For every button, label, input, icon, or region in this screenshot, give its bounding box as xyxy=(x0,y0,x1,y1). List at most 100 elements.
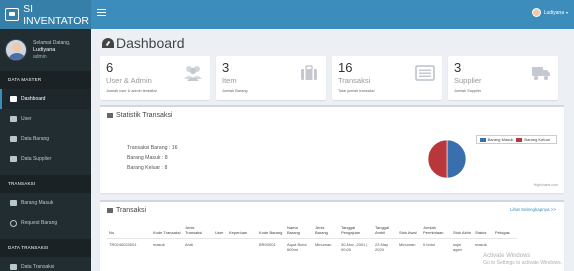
statistik-summary: Transaksi Barang : 16 Barang Masuk : 8 B… xyxy=(127,143,178,173)
user-menu-name: Ludiyana xyxy=(543,9,564,16)
column-header[interactable]: User xyxy=(213,225,227,239)
brand-name: SI INVENTATOR xyxy=(23,2,90,27)
table-cell: 30-Nov -2001 | 00:00 xyxy=(341,242,368,252)
column-header[interactable]: Status xyxy=(473,225,493,239)
stat-value: 3 xyxy=(222,60,230,75)
users-icon xyxy=(10,116,17,122)
column-header[interactable]: No xyxy=(107,225,151,239)
list-alt-icon xyxy=(415,65,435,81)
truck-icon xyxy=(10,156,17,162)
table-cell: TR0240023001 xyxy=(109,242,137,247)
table-cell: BR00001 xyxy=(259,242,276,247)
chart-icon xyxy=(107,113,113,118)
column-header[interactable]: Kode Transaksi xyxy=(151,225,183,239)
sidebar-item-label: Barang Masuk xyxy=(21,200,54,206)
sidebar-item-label: Data Transaksi xyxy=(21,264,55,270)
summary-line: Barang Masuk : 8 xyxy=(127,155,168,161)
stat-card-transaksi: 16 Transaksi Total jumlah transaksi xyxy=(332,56,442,100)
pie-slice-barang-keluar[interactable] xyxy=(427,139,448,179)
column-header[interactable]: Jenis Transaksi xyxy=(183,225,213,239)
sidebar-item-label: Data Barang xyxy=(21,136,50,142)
summary-line: Transaksi Barang : 16 xyxy=(127,145,178,151)
view-more-link[interactable]: Lihat Selengkapnya >> xyxy=(510,207,556,212)
transaksi-title: Transaksi xyxy=(107,207,146,214)
stat-card-item: 3 Item Jumlah Barang xyxy=(216,56,326,100)
column-header[interactable]: Tanggal Pengajuan xyxy=(339,225,373,239)
caret-down-icon: ▾ xyxy=(565,10,568,15)
stat-card-users: 6 User & Admin Jumlah user & admin terda… xyxy=(100,56,210,100)
pie-chart xyxy=(427,139,467,179)
sidebar-item-barang-masuk[interactable]: Barang Masuk xyxy=(0,193,91,213)
stat-label: Transaksi xyxy=(338,76,371,85)
table-cell: Andi xyxy=(185,242,194,247)
users-icon xyxy=(184,66,202,81)
brand[interactable]: SI INVENTATOR xyxy=(0,0,91,29)
stat-value: 6 xyxy=(106,60,114,75)
hamburger-menu-icon[interactable] xyxy=(97,9,106,16)
table-cell: Minuman xyxy=(399,242,416,247)
menu-header-data-transaksi: DATA TRANSAKSI xyxy=(0,239,91,257)
sidebar-item-data-transaksi[interactable]: Data Transaksi xyxy=(0,257,91,271)
stat-label: Item xyxy=(222,76,237,85)
sidebar-item-request-barang[interactable]: Request Barang xyxy=(0,213,91,233)
table-cell: Minuman xyxy=(315,242,332,247)
stat-sub: Total jumlah transaksi xyxy=(338,89,375,93)
box-icon xyxy=(10,136,17,142)
table-header-row: No Kode Transaksi Jenis Transaksi User Keper… xyxy=(107,225,517,239)
table-cell xyxy=(227,239,257,256)
chart-credit[interactable]: Highcharts.com xyxy=(534,183,558,187)
activate-windows-watermark: Activate Windows Go to Settings to activ… xyxy=(483,253,562,267)
dashboard-icon xyxy=(10,96,17,102)
inventory-logo-icon xyxy=(5,8,20,21)
column-header[interactable]: Stok Awal xyxy=(397,225,421,239)
menu-header-data-master: DATA MASTER xyxy=(0,71,91,89)
inbox-icon xyxy=(10,200,17,206)
sidebar-item-dashboard[interactable]: Dashboard xyxy=(0,89,91,109)
statistik-title: Statistik Transaksi xyxy=(107,112,172,119)
table-cell: Aqua Botol 600ml xyxy=(287,242,307,252)
user-greeting: Selamat Datang, xyxy=(33,39,71,46)
stat-label: Supplier xyxy=(454,76,482,85)
avatar xyxy=(5,39,27,61)
circle-icon xyxy=(10,219,17,227)
stat-sub: Jumlah user & admin terdaftar xyxy=(106,89,157,93)
column-header[interactable]: Jumlah Permintaan xyxy=(421,225,451,239)
legend-swatch xyxy=(479,137,486,142)
stat-sub: Jumlah Barang xyxy=(222,89,248,93)
menu-header-transaksi: TRANSAKSI xyxy=(0,175,91,193)
user-avatar-icon xyxy=(531,8,541,17)
legend-label: Barang Masuk xyxy=(487,137,514,142)
chart-legend: Barang Masuk Barang Keluar xyxy=(475,135,557,144)
table-icon xyxy=(107,208,113,213)
table-cell: masuk xyxy=(153,242,165,247)
legend-item[interactable]: Barang Keluar xyxy=(516,137,550,142)
sidebar-item-data-supplier[interactable]: Data Supplier xyxy=(0,149,91,169)
watermark-line2: Go to Settings to activate Windows. xyxy=(483,260,562,266)
sidebar-item-user[interactable]: User xyxy=(0,109,91,129)
table-cell: 23 May 2024 xyxy=(375,242,389,252)
stat-card-supplier: 3 Supplier Jumlah Supplier xyxy=(448,56,558,100)
page-title-text: Dashboard xyxy=(116,35,185,51)
stat-value: 3 xyxy=(454,60,462,75)
sidebar: SI INVENTATOR Selamat Datang, Ludiyana a… xyxy=(0,0,91,271)
sidebar-item-data-barang[interactable]: Data Barang xyxy=(0,129,91,149)
list-icon xyxy=(10,264,17,270)
table-row: TR0240023001 masuk Andi BR00001 Aqua Botol 6… xyxy=(107,239,517,256)
column-header[interactable]: Jenis Barang xyxy=(313,225,339,239)
pie-slice-barang-masuk[interactable] xyxy=(446,139,467,179)
column-header[interactable]: Tanggal Ambil xyxy=(373,225,397,239)
truck-icon xyxy=(532,67,550,81)
table-cell xyxy=(213,239,227,256)
summary-line: Barang Keluar : 8 xyxy=(127,165,168,171)
table-cell: sujei agen xyxy=(453,242,462,252)
column-header[interactable]: Kode Barang xyxy=(257,225,285,239)
table-cell: 0 botol xyxy=(423,242,436,247)
legend-item[interactable]: Barang Masuk xyxy=(479,137,514,142)
column-header[interactable]: Nama Barang xyxy=(285,225,313,239)
user-menu[interactable]: Ludiyana ▾ xyxy=(531,8,568,17)
column-header[interactable]: Keperluan xyxy=(227,225,257,239)
column-header[interactable]: Petugas xyxy=(493,225,517,239)
dashboard-icon xyxy=(102,38,114,48)
column-header[interactable]: Stok Akhir xyxy=(451,225,473,239)
statistik-panel: Statistik Transaksi Transaksi Barang : 1… xyxy=(100,105,564,193)
